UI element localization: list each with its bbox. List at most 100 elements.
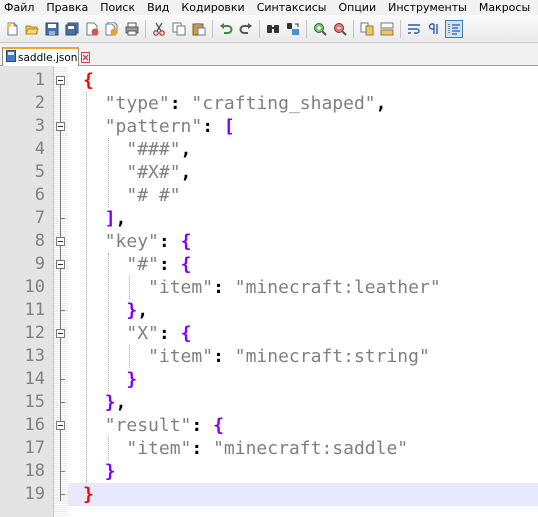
code-line[interactable]: 2 "type": "crafting_shaped", xyxy=(0,92,538,115)
show-all-characters-icon[interactable] xyxy=(425,20,443,38)
code-line[interactable]: 18 } xyxy=(0,460,538,483)
new-file-icon[interactable] xyxy=(3,20,21,38)
json-string: "minecraft:leather" xyxy=(234,277,441,298)
json-string: "#X#" xyxy=(126,162,181,183)
code-line[interactable]: 16 "result": { xyxy=(0,414,538,437)
close-icon[interactable] xyxy=(83,20,101,38)
menu-edit[interactable]: Правка xyxy=(40,0,94,15)
menu-view[interactable]: Вид xyxy=(141,0,175,15)
json-string: "X" xyxy=(126,323,159,344)
code-line[interactable]: 14 } xyxy=(0,368,538,391)
menu-settings[interactable]: Опции xyxy=(332,0,382,15)
json-token: : xyxy=(158,323,181,344)
json-string: "pattern" xyxy=(104,116,203,137)
notepad-window: Файл Правка Поиск Вид Кодировки Синтакси… xyxy=(0,0,538,517)
find-icon[interactable] xyxy=(264,20,282,38)
line-code: }, xyxy=(83,299,148,322)
open-file-icon[interactable] xyxy=(23,20,41,38)
code-line[interactable]: 19} xyxy=(0,483,538,506)
line-code: "pattern": [ xyxy=(83,115,235,138)
sync-horizontal-icon[interactable] xyxy=(378,20,396,38)
saved-file-icon xyxy=(6,50,16,65)
json-token: { xyxy=(180,254,192,275)
zoom-out-icon[interactable] xyxy=(331,20,349,38)
copy-icon[interactable] xyxy=(170,20,188,38)
code-line[interactable]: 9 "#": { xyxy=(0,253,538,276)
zoom-in-icon[interactable] xyxy=(311,20,329,38)
toolbar-separator xyxy=(353,19,354,38)
paste-icon[interactable] xyxy=(190,20,208,38)
code-line[interactable]: 10 "item": "minecraft:leather" xyxy=(0,276,538,299)
json-token: : xyxy=(191,438,214,459)
json-string: "###" xyxy=(126,139,181,160)
code-line[interactable]: 12 "X": { xyxy=(0,322,538,345)
tab-close-icon[interactable] xyxy=(81,52,91,63)
toolbar-separator xyxy=(306,19,307,38)
tab-saddle-json[interactable]: saddle.json xyxy=(2,47,91,66)
code-line[interactable]: 5 "#X#", xyxy=(0,161,538,184)
line-number: 1 xyxy=(34,70,45,90)
menu-tools[interactable]: Инструменты xyxy=(382,0,473,15)
save-all-icon[interactable] xyxy=(63,20,81,38)
sync-vertical-icon[interactable] xyxy=(358,20,376,38)
menu-encoding[interactable]: Кодировки xyxy=(175,0,250,15)
code-editor[interactable]: 1{2 "type": "crafting_shaped", 3 "pattern… xyxy=(0,66,538,517)
toolbar-separator xyxy=(212,19,213,38)
toolbar xyxy=(0,15,538,43)
json-token: } xyxy=(126,369,138,390)
line-code: "item": "minecraft:leather" xyxy=(83,276,441,299)
line-number: 11 xyxy=(24,300,45,320)
menu-search[interactable]: Поиск xyxy=(94,0,141,15)
undo-icon[interactable] xyxy=(217,20,235,38)
json-token: : xyxy=(158,231,181,252)
line-number: 9 xyxy=(34,254,45,274)
line-number: 14 xyxy=(24,369,45,389)
indent-guide-icon[interactable] xyxy=(445,19,463,38)
menu-file[interactable]: Файл xyxy=(0,0,40,15)
replace-icon[interactable] xyxy=(284,20,302,38)
code-line[interactable]: 8 "key": { xyxy=(0,230,538,253)
line-number: 16 xyxy=(24,415,45,435)
json-token: : xyxy=(213,346,235,367)
line-number: 10 xyxy=(24,277,45,297)
line-number: 2 xyxy=(34,93,45,113)
code-line[interactable]: 6 "# #" xyxy=(0,184,538,207)
line-code: "type": "crafting_shaped", xyxy=(83,92,387,115)
menu-macro[interactable]: Макросы xyxy=(473,0,536,15)
line-number: 5 xyxy=(34,162,45,182)
close-all-icon[interactable] xyxy=(103,20,121,38)
code-line[interactable]: 13 "item": "minecraft:string" xyxy=(0,345,538,368)
code-line[interactable]: 15 }, xyxy=(0,391,538,414)
line-number: 18 xyxy=(24,461,45,481)
code-line[interactable]: 7 ], xyxy=(0,207,538,230)
print-icon[interactable] xyxy=(123,20,141,38)
json-token: { xyxy=(180,231,192,252)
json-token: } xyxy=(104,461,116,482)
redo-icon[interactable] xyxy=(237,20,255,38)
menu-language[interactable]: Синтаксисы xyxy=(251,0,333,15)
cut-icon[interactable] xyxy=(150,20,168,38)
json-token: } xyxy=(83,484,94,505)
menu-bar: Файл Правка Поиск Вид Кодировки Синтакси… xyxy=(0,0,538,15)
json-token: , xyxy=(115,392,127,413)
code-line[interactable]: 11 }, xyxy=(0,299,538,322)
code-line[interactable]: 4 "###", xyxy=(0,138,538,161)
code-line[interactable]: 17 "item": "minecraft:saddle" xyxy=(0,437,538,460)
save-icon[interactable] xyxy=(43,20,61,38)
json-string: "item" xyxy=(148,277,214,298)
code-line[interactable]: 1{ xyxy=(0,69,538,92)
json-token: : xyxy=(213,277,235,298)
word-wrap-icon[interactable] xyxy=(405,20,423,38)
code-line[interactable]: 3 "pattern": [ xyxy=(0,115,538,138)
json-token: : xyxy=(202,116,224,137)
